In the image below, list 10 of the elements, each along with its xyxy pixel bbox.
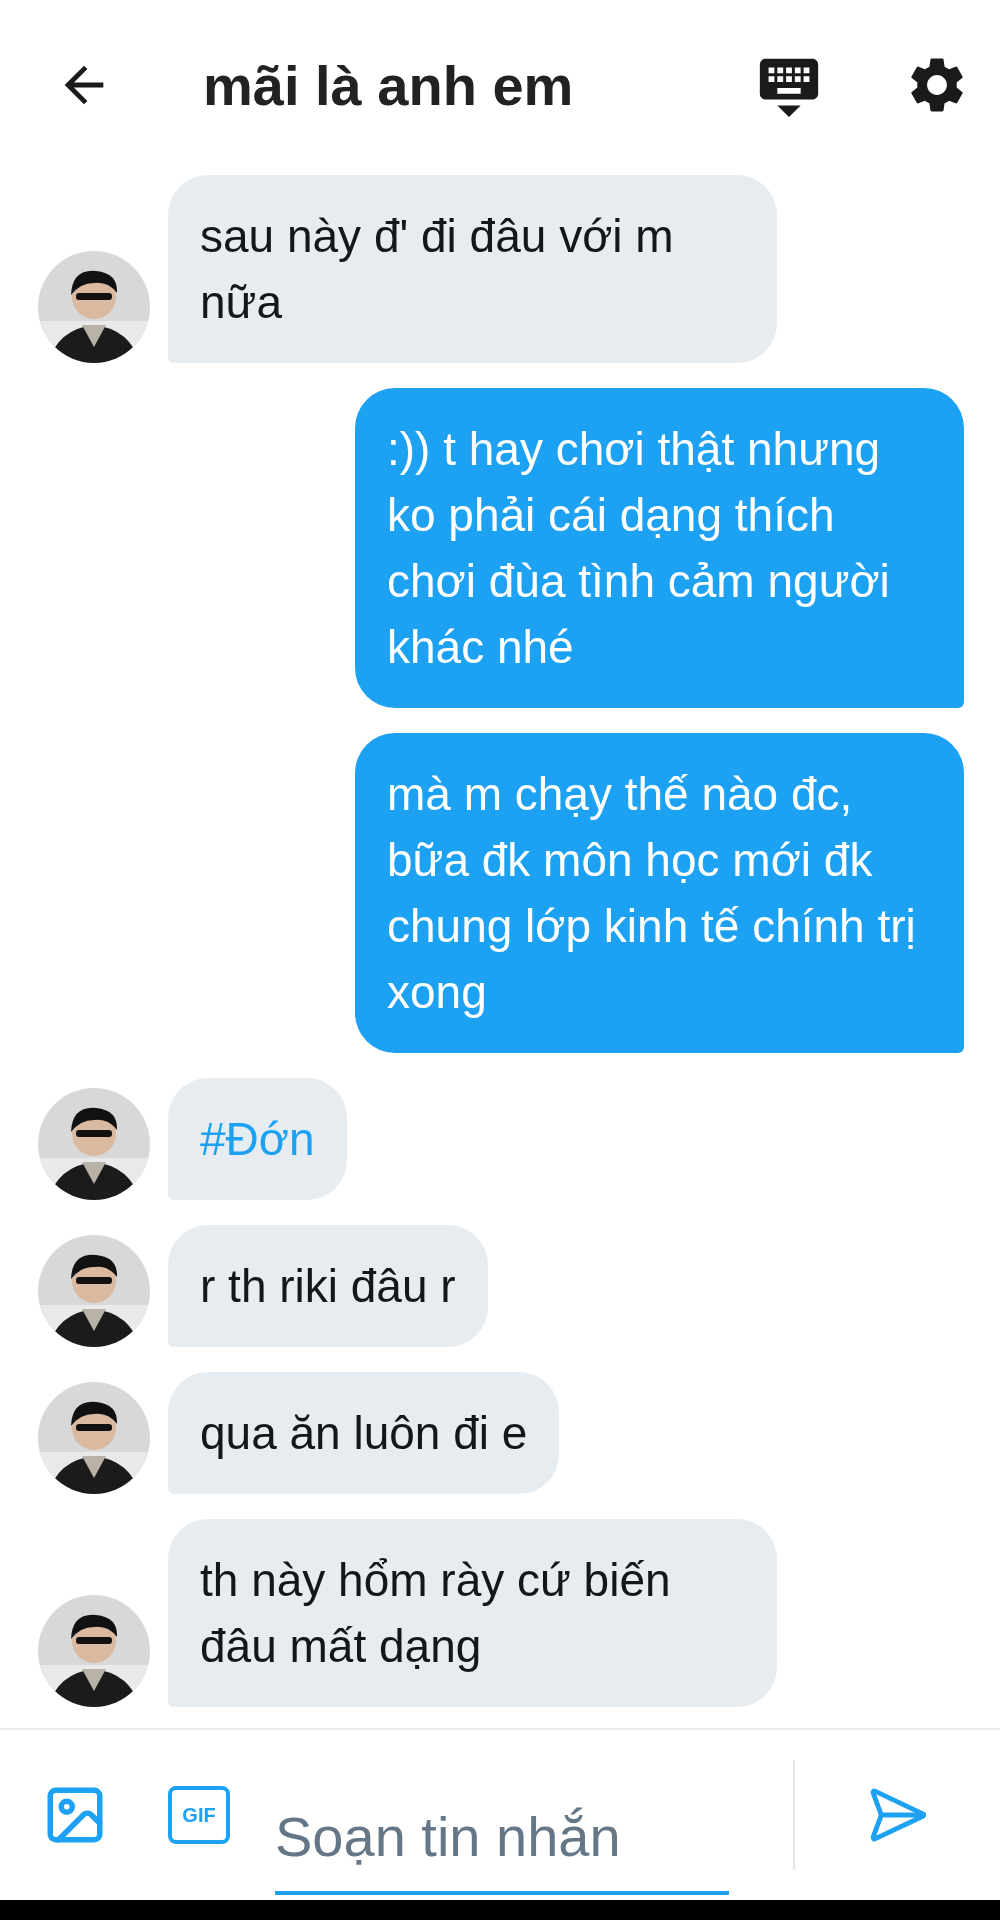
message-bubble: qua ăn luôn đi e [168,1372,560,1494]
hashtag-message-bubble: #Đớn [168,1078,347,1200]
message-bubble: :)) t hay chơi thật nhưng ko phải cái dạng thích chơi đùa tình cảm người khác nhé [355,388,964,708]
message-bubble: mà m chạy thế nào đc, bữa đk môn học mới đk chung lớp kinh tế chính trị xong [355,733,964,1053]
message-bubble: th này hổm rày cứ biến đâu mất dạng [168,1519,777,1707]
message-input-field[interactable]: Soạn tin nhắn [275,1781,729,1895]
message-bubble: r th riki đâu r [168,1225,488,1347]
gif-button[interactable]: GIF [168,1786,230,1844]
chat-title: mãi là anh em [203,52,575,118]
message-bubble: sau này đ' đi đâu với m nữa [168,175,777,363]
